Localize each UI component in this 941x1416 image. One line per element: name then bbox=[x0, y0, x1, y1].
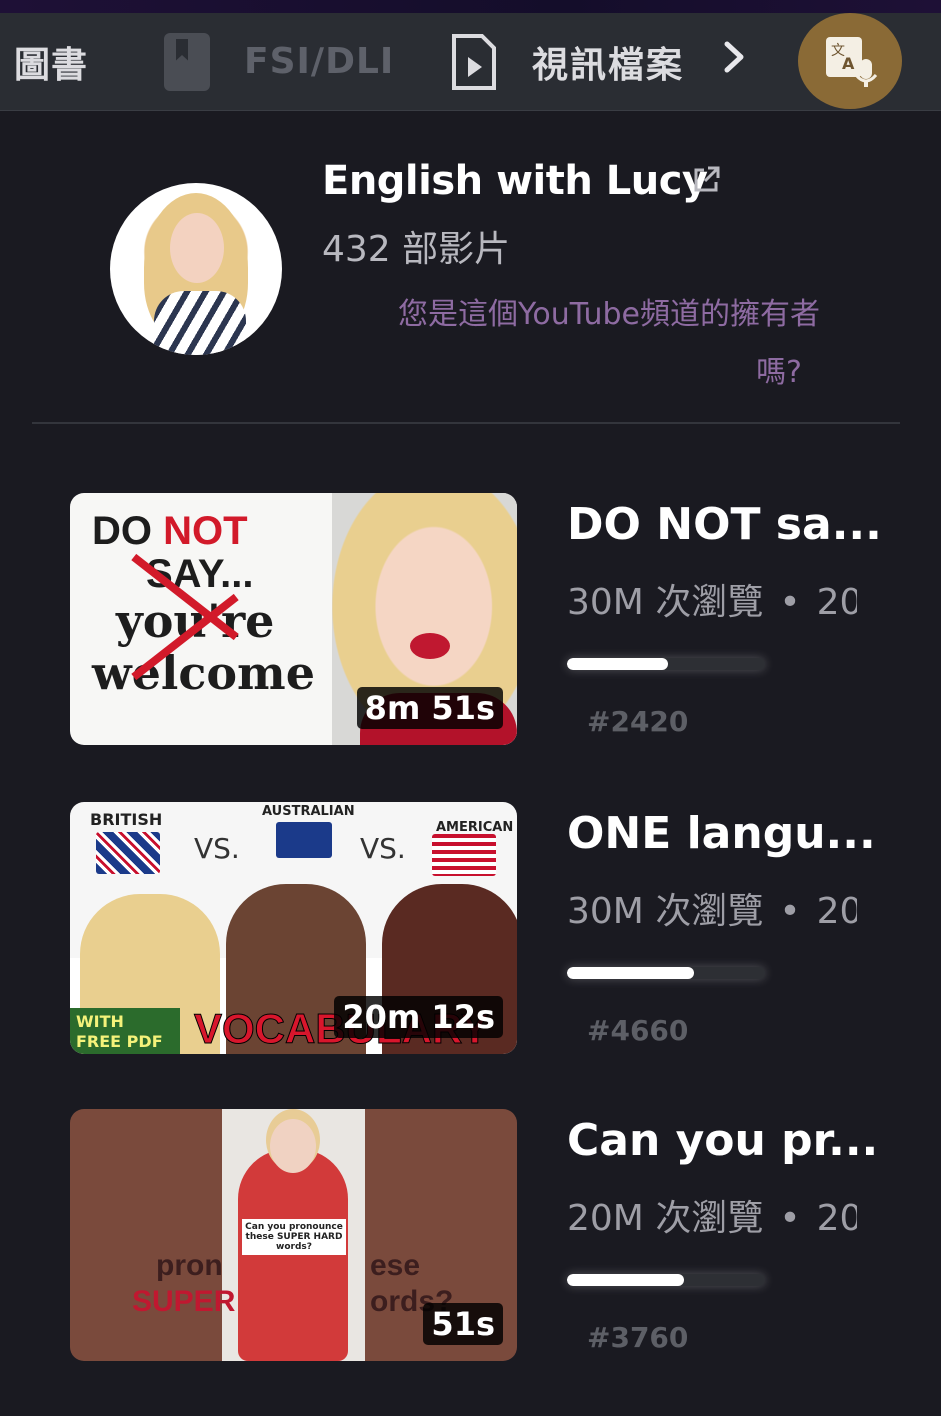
channel-owner-claim-link[interactable]: 您是這個YouTube頻道的擁有者 嗎? bbox=[330, 286, 820, 402]
uk-flag bbox=[96, 832, 160, 874]
watch-progress-bar bbox=[567, 1274, 765, 1286]
video-title[interactable]: DO NOT sa... bbox=[567, 499, 882, 550]
free-pdf-label: WITH FREE PDF bbox=[70, 1008, 180, 1054]
video-views: 30M 次瀏覽 bbox=[567, 582, 764, 623]
video-title[interactable]: Can you pr... bbox=[567, 1115, 878, 1166]
video-meta: 30M 次瀏覽 • 20 bbox=[567, 882, 857, 934]
video-list-item[interactable]: Can you pronounce these SUPER HARD words… bbox=[70, 1109, 900, 1361]
chevron-right-icon bbox=[722, 39, 746, 85]
tab-video-files-label: 視訊檔案 bbox=[532, 44, 685, 86]
video-thumbnail[interactable]: Can you pronounce these SUPER HARD words… bbox=[70, 1109, 517, 1361]
australia-flag bbox=[276, 822, 332, 858]
video-year: 20 bbox=[816, 582, 857, 623]
video-views: 20M 次瀏覽 bbox=[567, 1198, 764, 1239]
tab-books[interactable]: 圖書 bbox=[14, 13, 88, 110]
meta-separator: • bbox=[779, 582, 801, 623]
tab-fsi-dli-label: FSI/DLI bbox=[244, 41, 395, 82]
video-list-item[interactable]: DO NOT SAY... you're welcome 8m 51s DO N… bbox=[70, 493, 900, 745]
channel-name[interactable]: English with Lucy bbox=[322, 158, 708, 204]
video-duration-badge: 8m 51s bbox=[356, 687, 503, 729]
owner-claim-line-1: 您是這個YouTube頻道的擁有者 bbox=[398, 297, 820, 332]
book-icon bbox=[164, 32, 210, 91]
video-file-icon bbox=[450, 33, 498, 91]
video-rank: #3760 bbox=[587, 1321, 689, 1354]
tab-fsi-dli[interactable]: FSI/DLI bbox=[164, 13, 394, 110]
video-views: 30M 次瀏覽 bbox=[567, 891, 764, 932]
thumbnail-caption: DO NOT SAY... you're welcome bbox=[92, 509, 315, 700]
usa-flag bbox=[432, 834, 496, 876]
channel-header: English with Lucy 432 部影片 您是這個YouTube頻道的… bbox=[0, 110, 941, 424]
meta-separator: • bbox=[779, 1198, 801, 1239]
channel-avatar[interactable] bbox=[110, 183, 282, 355]
thumbnail-sign: Can you pronounce these SUPER HARD words… bbox=[242, 1219, 346, 1255]
owner-claim-line-2: 嗎? bbox=[756, 355, 802, 390]
video-meta: 30M 次瀏覽 • 20 bbox=[567, 573, 857, 625]
video-duration-badge: 20m 12s bbox=[334, 996, 503, 1038]
video-thumbnail[interactable]: BRITISH VS. AUSTRALIAN VS. AMERICAN WITH… bbox=[70, 802, 517, 1054]
watch-progress-bar bbox=[567, 967, 765, 979]
meta-separator: • bbox=[779, 891, 801, 932]
video-meta: 20M 次瀏覽 • 20 bbox=[567, 1189, 857, 1241]
translate-button[interactable]: 文 A bbox=[798, 13, 902, 109]
translate-mic-icon: 文 A bbox=[822, 33, 878, 89]
video-rank: #4660 bbox=[587, 1014, 689, 1047]
video-duration-badge: 51s bbox=[423, 1303, 503, 1345]
channel-video-count: 432 部影片 bbox=[322, 229, 511, 270]
external-link-icon[interactable] bbox=[690, 164, 722, 196]
video-title[interactable]: ONE langu... bbox=[567, 808, 876, 859]
watch-progress-bar bbox=[567, 658, 765, 670]
tab-video-files[interactable]: 視訊檔案 bbox=[450, 13, 684, 110]
section-divider bbox=[32, 422, 900, 424]
video-year: 20 bbox=[816, 891, 857, 932]
top-accent-bar bbox=[0, 0, 941, 13]
video-thumbnail[interactable]: DO NOT SAY... you're welcome 8m 51s bbox=[70, 493, 517, 745]
tab-books-label: 圖書 bbox=[14, 44, 89, 86]
svg-text:A: A bbox=[842, 54, 855, 73]
video-list-item[interactable]: BRITISH VS. AUSTRALIAN VS. AMERICAN WITH… bbox=[70, 802, 900, 1054]
video-year: 20 bbox=[816, 1198, 857, 1239]
video-rank: #2420 bbox=[587, 705, 689, 738]
tab-scroll-next-button[interactable] bbox=[722, 13, 746, 110]
